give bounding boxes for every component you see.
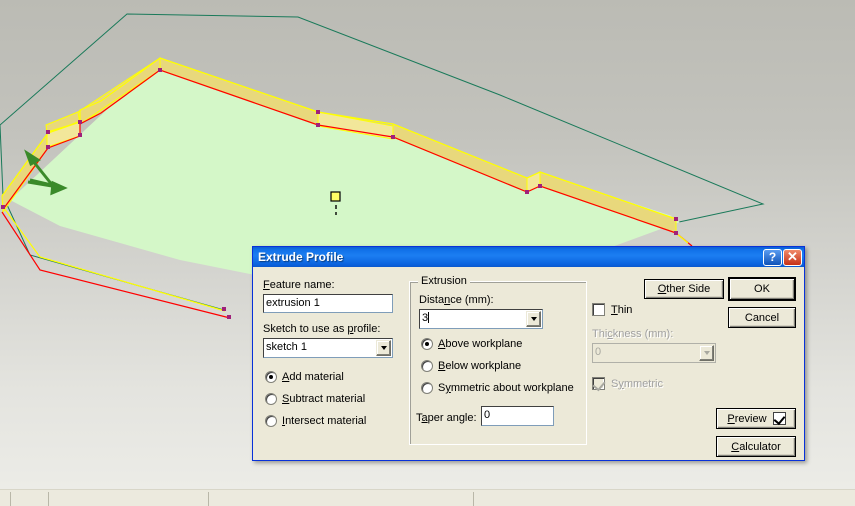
help-glyph: ? <box>768 250 777 264</box>
radio-label-intersect: Intersect material <box>282 415 367 427</box>
other-side-button[interactable]: Other Side <box>644 279 724 299</box>
thickness-chevron-down-icon <box>699 345 714 361</box>
dialog-title-bar[interactable]: Extrude Profile ? ✕ <box>253 247 804 267</box>
radio-below-workplane[interactable]: Below workplane <box>421 360 521 372</box>
taper-angle-input[interactable]: 0 <box>481 406 554 426</box>
radio-subtract-material[interactable]: Subtract material <box>265 393 365 405</box>
radio-label-subtract: Subtract material <box>282 393 366 405</box>
feature-name-label: Feature name: <box>263 279 335 291</box>
distance-input[interactable]: 3 <box>419 309 543 329</box>
thickness-value: 0 <box>595 346 602 358</box>
sketch-profile-label: Sketch to use as profile: <box>263 323 381 335</box>
radio-above-workplane[interactable]: Above workplane <box>421 338 522 350</box>
symmetric-checkbox-label: Symmetric <box>611 377 663 390</box>
chevron-down-icon[interactable] <box>376 340 391 356</box>
thin-checkbox[interactable]: Thin <box>592 303 632 316</box>
radio-label-below: Below workplane <box>438 360 522 372</box>
radio-symmetric-about-workplane[interactable]: Symmetric about workplane <box>421 382 574 394</box>
radio-label-add: Add material <box>282 371 344 383</box>
calculator-button[interactable]: Calculator <box>716 436 796 457</box>
extrude-profile-dialog[interactable]: Extrude Profile ? ✕ Feature name: extrus… <box>252 246 805 461</box>
radio-intersect-material[interactable]: Intersect material <box>265 415 366 427</box>
radio-add-material[interactable]: Add material <box>265 371 344 383</box>
distance-chevron-down-icon[interactable] <box>526 311 541 327</box>
close-icon[interactable]: ✕ <box>783 248 802 266</box>
radio-mark-above <box>421 338 433 350</box>
sketch-profile-combo[interactable]: sketch 1 <box>263 338 393 358</box>
radio-mark-add <box>265 371 277 383</box>
cancel-button[interactable]: Cancel <box>728 307 796 328</box>
thin-checkbox-box <box>592 303 605 316</box>
preview-button-label: Preview <box>727 412 767 425</box>
thin-checkbox-label: Thin <box>611 303 633 316</box>
close-glyph: ✕ <box>787 249 798 264</box>
ok-button[interactable]: OK <box>728 277 796 301</box>
status-cell-1 <box>10 492 48 506</box>
radio-mark-subtract <box>265 393 277 405</box>
preview-checkbox[interactable] <box>773 412 786 426</box>
radio-label-above: Above workplane <box>438 338 523 350</box>
status-cell-3 <box>208 492 473 506</box>
sketch-profile-value: sketch 1 <box>266 341 307 353</box>
extrusion-group-title: Extrusion <box>418 275 470 287</box>
help-icon[interactable]: ? <box>763 248 782 266</box>
text-caret <box>428 312 430 323</box>
status-cell-4 <box>473 492 855 506</box>
radio-mark-intersect <box>265 415 277 427</box>
dialog-title: Extrude Profile <box>258 250 344 264</box>
taper-angle-label: Taper angle: <box>416 412 477 424</box>
symmetric-checkbox: Symmetric <box>592 377 663 392</box>
radio-label-symmetric-about: Symmetric about workplane <box>438 382 574 394</box>
preview-button[interactable]: Preview <box>716 408 796 429</box>
distance-label: Distance (mm): <box>419 294 494 306</box>
radio-mark-symmetric-about <box>421 382 433 394</box>
thickness-label: Thickness (mm): <box>592 328 674 340</box>
radio-mark-below <box>421 360 433 372</box>
feature-name-input[interactable]: extrusion 1 <box>263 294 393 313</box>
cancel-button-label: Cancel <box>744 311 780 324</box>
status-bar <box>0 489 855 506</box>
feature-name-label-rest: eature name: <box>269 279 335 291</box>
other-side-button-label: Other Side <box>657 283 711 295</box>
status-cell-2 <box>48 492 208 506</box>
thickness-input: 0 <box>592 343 716 363</box>
calculator-button-label: Calculator <box>731 440 781 453</box>
ok-button-label: OK <box>754 283 770 295</box>
symmetric-checkbox-box <box>592 377 606 392</box>
